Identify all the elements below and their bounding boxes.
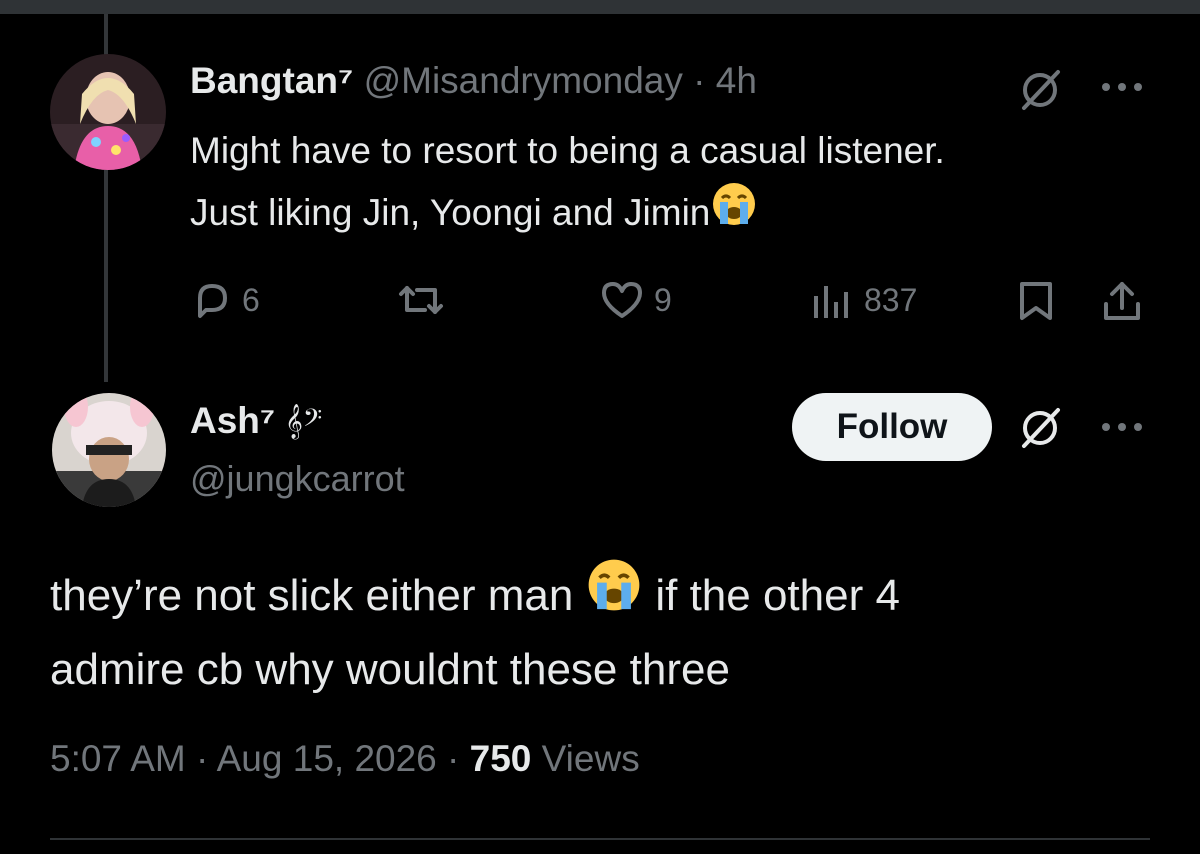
grok-icon[interactable] [1016, 66, 1064, 114]
display-name[interactable]: Bangtan⁷ [190, 60, 353, 101]
reply-button[interactable]: 6 [192, 280, 260, 320]
main-post-name-row: Ash⁷ 𝄞𝄢 [190, 400, 322, 442]
separator: · [447, 738, 460, 779]
top-bar [0, 0, 1200, 14]
user-handle[interactable]: @jungkcarrot [190, 458, 405, 500]
avatar[interactable] [52, 393, 166, 507]
more-options-icon[interactable] [1100, 72, 1144, 102]
views-label: Views [541, 738, 640, 779]
analytics-icon [814, 286, 848, 318]
repost-icon [399, 286, 443, 314]
follow-button[interactable]: Follow [792, 393, 992, 461]
like-button[interactable]: 9 [600, 280, 672, 320]
parent-post-header: Bangtan⁷ @Misandrymonday · 4h [190, 60, 757, 102]
post-meta: 5:07 AM · Aug 15, 2026 · 750 Views [50, 738, 640, 780]
reply-count: 6 [242, 281, 260, 318]
bookmark-button[interactable] [1016, 280, 1056, 322]
crying-face-emoji [585, 556, 643, 635]
heart-icon [602, 282, 642, 318]
post-text-line: Might have to resort to being a casual l… [190, 130, 945, 171]
share-button[interactable] [1100, 280, 1144, 322]
post-time[interactable]: 5:07 AM [50, 738, 186, 779]
crying-face-emoji [710, 180, 758, 245]
like-count: 9 [654, 281, 672, 318]
separator: · [693, 60, 706, 101]
more-options-icon[interactable] [1100, 412, 1144, 442]
divider [50, 838, 1150, 840]
post-text-segment: if the other 4 [655, 570, 900, 620]
views-count: 750 [469, 738, 532, 779]
share-icon [1104, 282, 1140, 320]
display-name[interactable]: Ash⁷ [190, 400, 275, 442]
post-date[interactable]: Aug 15, 2026 [217, 738, 437, 779]
repost-button[interactable] [395, 280, 447, 320]
user-handle[interactable]: @Misandrymonday [364, 60, 683, 101]
name-badge: 𝄞𝄢 [285, 403, 323, 439]
post-text-line: admire cb why wouldnt these three [50, 645, 730, 694]
post-text-segment: they’re not slick either man [50, 570, 574, 620]
views-button[interactable]: 837 [810, 280, 917, 320]
grok-icon[interactable] [1016, 404, 1064, 452]
avatar[interactable] [50, 54, 166, 170]
separator: · [196, 738, 209, 779]
parent-post-text: Might have to resort to being a casual l… [190, 122, 945, 245]
view-count: 837 [864, 281, 918, 318]
main-post-text: they’re not slick either man if the othe… [50, 556, 900, 705]
reply-icon [198, 284, 227, 318]
timestamp[interactable]: 4h [716, 60, 757, 101]
post-text-line: Just liking Jin, Yoongi and Jimin [190, 191, 711, 233]
bookmark-icon [1020, 282, 1052, 320]
